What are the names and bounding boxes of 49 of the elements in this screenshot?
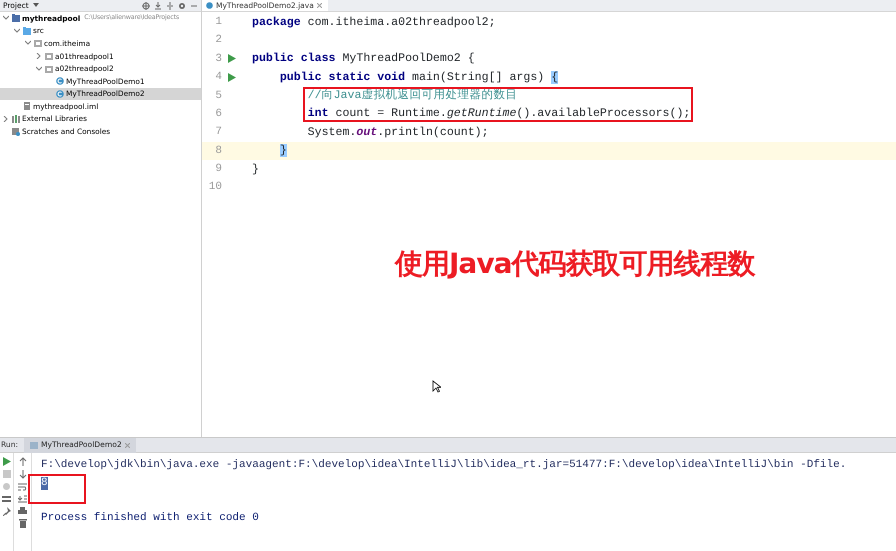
mouse-cursor-icon (432, 380, 441, 393)
chevron-down-icon[interactable] (36, 66, 42, 72)
console-icon (30, 442, 38, 448)
console-line: F:\develop\jdk\bin\java.exe -javaagent:F:\develop\idea\IntelliJ\lib\idea_rt.jar=51477:F:\develop\idea\IntelliJ\bin -Dfile. (41, 459, 846, 472)
soft-wrap-icon[interactable] (18, 483, 27, 491)
arrow-down-icon[interactable] (18, 470, 26, 479)
dropdown-caret-icon[interactable] (32, 3, 39, 8)
line-number: 4 (214, 70, 223, 86)
print-icon[interactable] (18, 507, 27, 515)
scroll-to-end-icon[interactable] (18, 495, 27, 503)
target-icon[interactable] (142, 2, 150, 10)
line-number: 10 (208, 180, 223, 196)
folder-icon (23, 26, 31, 35)
arrow-up-icon[interactable] (18, 457, 26, 466)
run-icon[interactable] (2, 457, 10, 466)
file-icon (23, 102, 31, 110)
code-text: } (278, 143, 287, 160)
pin-icon[interactable] (2, 507, 10, 516)
module-folder-icon (12, 14, 20, 22)
line-number: 2 (214, 33, 223, 48)
code-text: public static void main(String[] args) { (278, 70, 558, 86)
run-icon[interactable] (228, 72, 236, 82)
settings-icon[interactable] (178, 2, 186, 10)
run-icon[interactable] (228, 54, 236, 64)
expand-icon[interactable] (166, 2, 174, 10)
library-icon (12, 115, 20, 124)
line-number: 5 (214, 88, 223, 104)
line-number: 6 (214, 106, 223, 122)
line-number: 1 (214, 14, 223, 30)
trash-icon[interactable] (18, 519, 26, 528)
console-line: Process finished with exit code 0 (41, 512, 259, 525)
code-text: public class MyThreadPoolDemo2 { (251, 51, 475, 68)
code-text: System.out.println(count); (306, 124, 489, 141)
close-icon[interactable] (316, 3, 322, 8)
layout-icon[interactable] (2, 495, 11, 503)
highlight-frame (28, 474, 86, 504)
chevron-right-icon[interactable] (36, 53, 42, 60)
annotation-text: 使用Java代码获取可用线程数 (395, 246, 754, 282)
line-number: 7 (214, 125, 223, 140)
line-number: 9 (214, 162, 223, 178)
collapse-icon[interactable] (154, 2, 162, 10)
code-text: int count = Runtime.getRuntime().availableProcessors(); (306, 106, 690, 122)
code-text: //向Java虚拟机返回可用处理器的数目 (306, 88, 518, 104)
line-number: 8 (214, 144, 223, 159)
scratches-icon (12, 128, 20, 136)
line-number: 3 (214, 52, 223, 67)
code-text: package com.itheima.a02threadpool2; (251, 14, 496, 30)
code-text: } (251, 162, 259, 178)
chevron-right-icon[interactable] (3, 116, 9, 122)
